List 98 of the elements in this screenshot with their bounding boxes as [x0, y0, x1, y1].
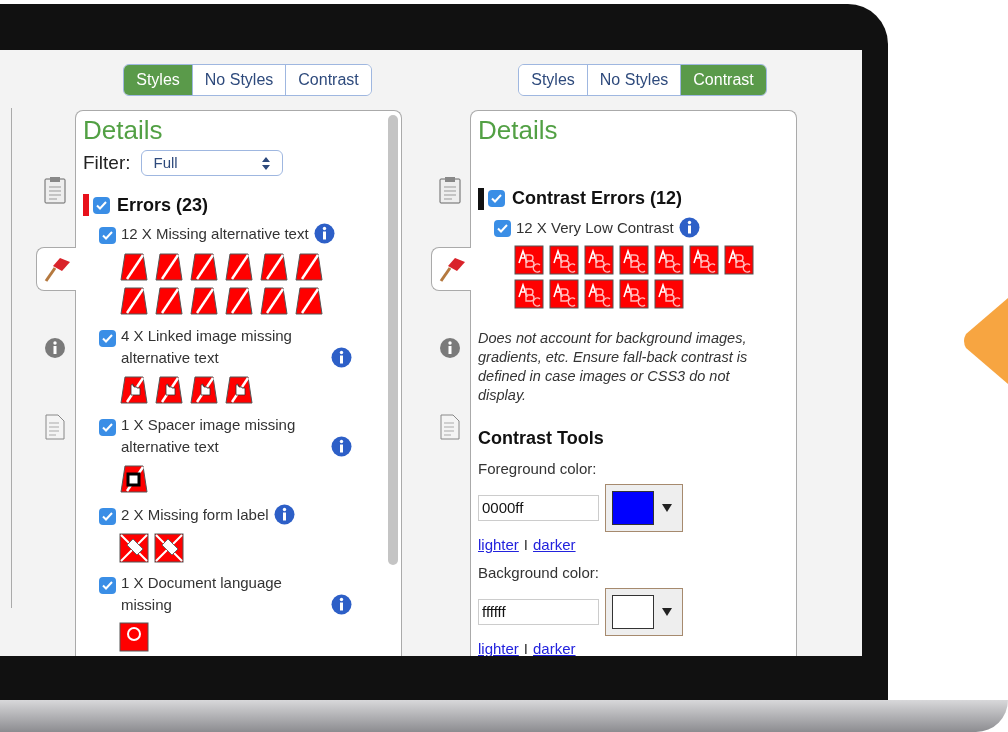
contrast-error-icon — [514, 245, 544, 275]
contrast-error-icon — [619, 279, 649, 309]
spacer-image-icon — [119, 463, 149, 494]
info-icon[interactable] — [331, 593, 352, 615]
checkmark-icon — [497, 224, 508, 233]
group-heading: Contrast Errors (12) — [512, 187, 683, 210]
broken-image-icon — [119, 285, 149, 316]
checkmark-icon — [102, 333, 113, 343]
select-arrows-icon — [261, 156, 270, 170]
details-title: Details — [478, 114, 559, 147]
scrollbar-thumb[interactable] — [388, 115, 398, 565]
issue-label: 1 X Spacer image missing alternative text — [121, 414, 297, 457]
view-tab[interactable]: No Styles — [191, 65, 286, 95]
checkbox[interactable] — [99, 507, 116, 525]
info-icon[interactable] — [273, 504, 295, 526]
info-icon — [44, 337, 66, 359]
document-icon — [45, 414, 65, 440]
issue-label: 4 X Linked image missing alternative text — [121, 325, 293, 368]
contrast-error-icon — [549, 245, 579, 275]
view-tab[interactable]: Styles — [519, 65, 587, 95]
contrast-error-icon — [549, 279, 579, 309]
checkbox[interactable] — [99, 576, 116, 594]
view-tab[interactable]: Contrast — [285, 65, 371, 95]
broken-image-icon — [189, 285, 219, 316]
caret-icon — [662, 503, 672, 512]
checkmark-icon — [491, 194, 502, 203]
clipboard-icon — [439, 176, 461, 204]
broken-image-icon — [224, 285, 254, 316]
hand-pointer-image-icon — [154, 374, 184, 405]
checkmark-icon — [96, 200, 107, 210]
contrast-error-icon — [654, 245, 684, 275]
note-text: Does not account for background images, gradients, etc. Ensure fall-back contrast is defined in case images or CSS3 do not display. — [478, 329, 749, 405]
broken-image-icon — [294, 285, 324, 316]
color-input[interactable]: ffffff — [478, 598, 599, 625]
broken-image-icon — [224, 251, 254, 282]
flag-icon — [42, 256, 71, 282]
checkbox[interactable] — [494, 220, 511, 237]
issue-label: 12 X Very Low Contrast — [516, 217, 674, 238]
clipboard-icon — [44, 176, 66, 204]
link-separator: I — [523, 638, 529, 656]
filter-select[interactable]: Full — [140, 150, 283, 177]
checkbox[interactable] — [93, 196, 110, 214]
checkbox[interactable] — [488, 190, 505, 207]
caret-icon — [662, 607, 672, 616]
field-label: Foreground color: — [478, 459, 598, 479]
hand-pointer-image-icon — [189, 374, 219, 405]
issue-label: 12 X Missing alternative text — [121, 224, 309, 245]
lighter-link[interactable]: lighter — [478, 637, 519, 656]
broken-image-icon — [189, 251, 219, 282]
contrast-error-icon — [619, 245, 649, 275]
color-input[interactable]: 0000ff — [478, 494, 599, 521]
flag-icon — [437, 256, 466, 282]
contrast-error-icon — [654, 279, 684, 309]
darker-link[interactable]: darker — [533, 637, 576, 656]
contrast-error-icon — [584, 245, 614, 275]
field-label: Background color: — [478, 563, 600, 583]
color-picker[interactable] — [605, 587, 683, 636]
broken-image-icon — [294, 251, 324, 282]
info-icon[interactable] — [313, 223, 335, 245]
broken-image-icon — [259, 251, 289, 282]
side-tab[interactable] — [431, 247, 471, 291]
link-separator: I — [523, 534, 529, 555]
broken-image-icon — [154, 285, 184, 316]
broken-image-icon — [119, 251, 149, 282]
filter-label: Filter: — [83, 151, 131, 175]
info-icon[interactable] — [678, 216, 700, 238]
info-icon — [439, 337, 461, 359]
language-error-icon — [119, 621, 149, 652]
issue-label: 2 X Missing form label — [121, 505, 269, 526]
info-icon[interactable] — [331, 346, 352, 368]
color-picker[interactable] — [605, 483, 683, 532]
group-heading: Errors (23) — [117, 193, 209, 217]
tag-icon — [119, 532, 149, 563]
checkmark-icon — [102, 422, 113, 432]
broken-image-icon — [259, 285, 289, 316]
checkbox[interactable] — [99, 329, 116, 347]
checkbox[interactable] — [99, 226, 116, 244]
tools-heading: Contrast Tools — [478, 427, 605, 450]
view-tab[interactable]: No Styles — [586, 65, 681, 95]
hand-pointer-image-icon — [224, 374, 254, 405]
checkmark-icon — [102, 511, 113, 521]
lighter-link[interactable]: lighter — [478, 533, 519, 556]
info-icon[interactable] — [331, 435, 352, 457]
contrast-error-icon — [724, 245, 754, 275]
checkmark-icon — [102, 230, 113, 240]
hand-pointer-image-icon — [119, 374, 149, 405]
details-title: Details — [83, 114, 164, 147]
darker-link[interactable]: darker — [533, 533, 576, 556]
broken-image-icon — [154, 251, 184, 282]
contrast-error-icon — [584, 279, 614, 309]
issue-label: 1 X Document language missing — [121, 572, 283, 615]
contrast-error-icon — [689, 245, 719, 275]
checkmark-icon — [102, 580, 113, 590]
contrast-error-icon — [514, 279, 544, 309]
tag-icon — [154, 532, 184, 563]
checkbox[interactable] — [99, 418, 116, 436]
side-tab[interactable] — [36, 247, 76, 291]
document-icon — [440, 414, 460, 440]
